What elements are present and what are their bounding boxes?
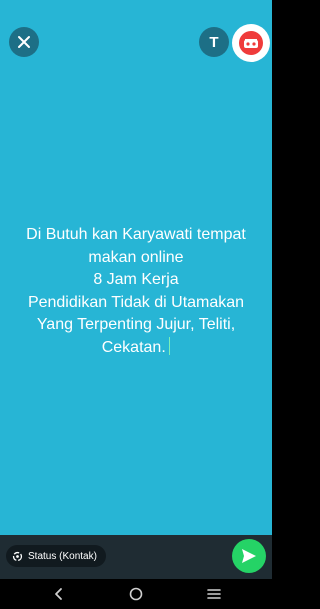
- recents-icon: [207, 589, 221, 599]
- back-icon: [55, 588, 62, 600]
- close-button[interactable]: [9, 27, 39, 57]
- send-icon: [242, 549, 256, 563]
- text-cursor: [168, 336, 171, 355]
- status-canvas[interactable]: T Di Butuh kan Karyawati tempat makan on…: [0, 0, 272, 535]
- send-button[interactable]: [232, 539, 266, 573]
- home-button[interactable]: [127, 585, 145, 603]
- text-style-label: T: [209, 33, 219, 51]
- status-text-editor[interactable]: Di Butuh kan Karyawati tempat makan onli…: [10, 224, 262, 359]
- text-style-button[interactable]: T: [199, 27, 229, 57]
- status-text: Di Butuh kan Karyawati tempat makan onli…: [26, 226, 246, 356]
- audience-selector[interactable]: Status (Kontak): [6, 545, 106, 567]
- home-icon: [129, 587, 143, 601]
- audience-label: Status (Kontak): [28, 550, 97, 562]
- back-button[interactable]: [50, 585, 68, 603]
- sticker-button[interactable]: [232, 24, 270, 62]
- recents-button[interactable]: [205, 585, 223, 603]
- close-icon: [18, 36, 30, 48]
- status-footer: Status (Kontak): [0, 535, 272, 579]
- system-navigation-bar: [0, 579, 272, 609]
- status-privacy-icon: [12, 551, 23, 561]
- emoji-sticker-icon: [239, 31, 263, 55]
